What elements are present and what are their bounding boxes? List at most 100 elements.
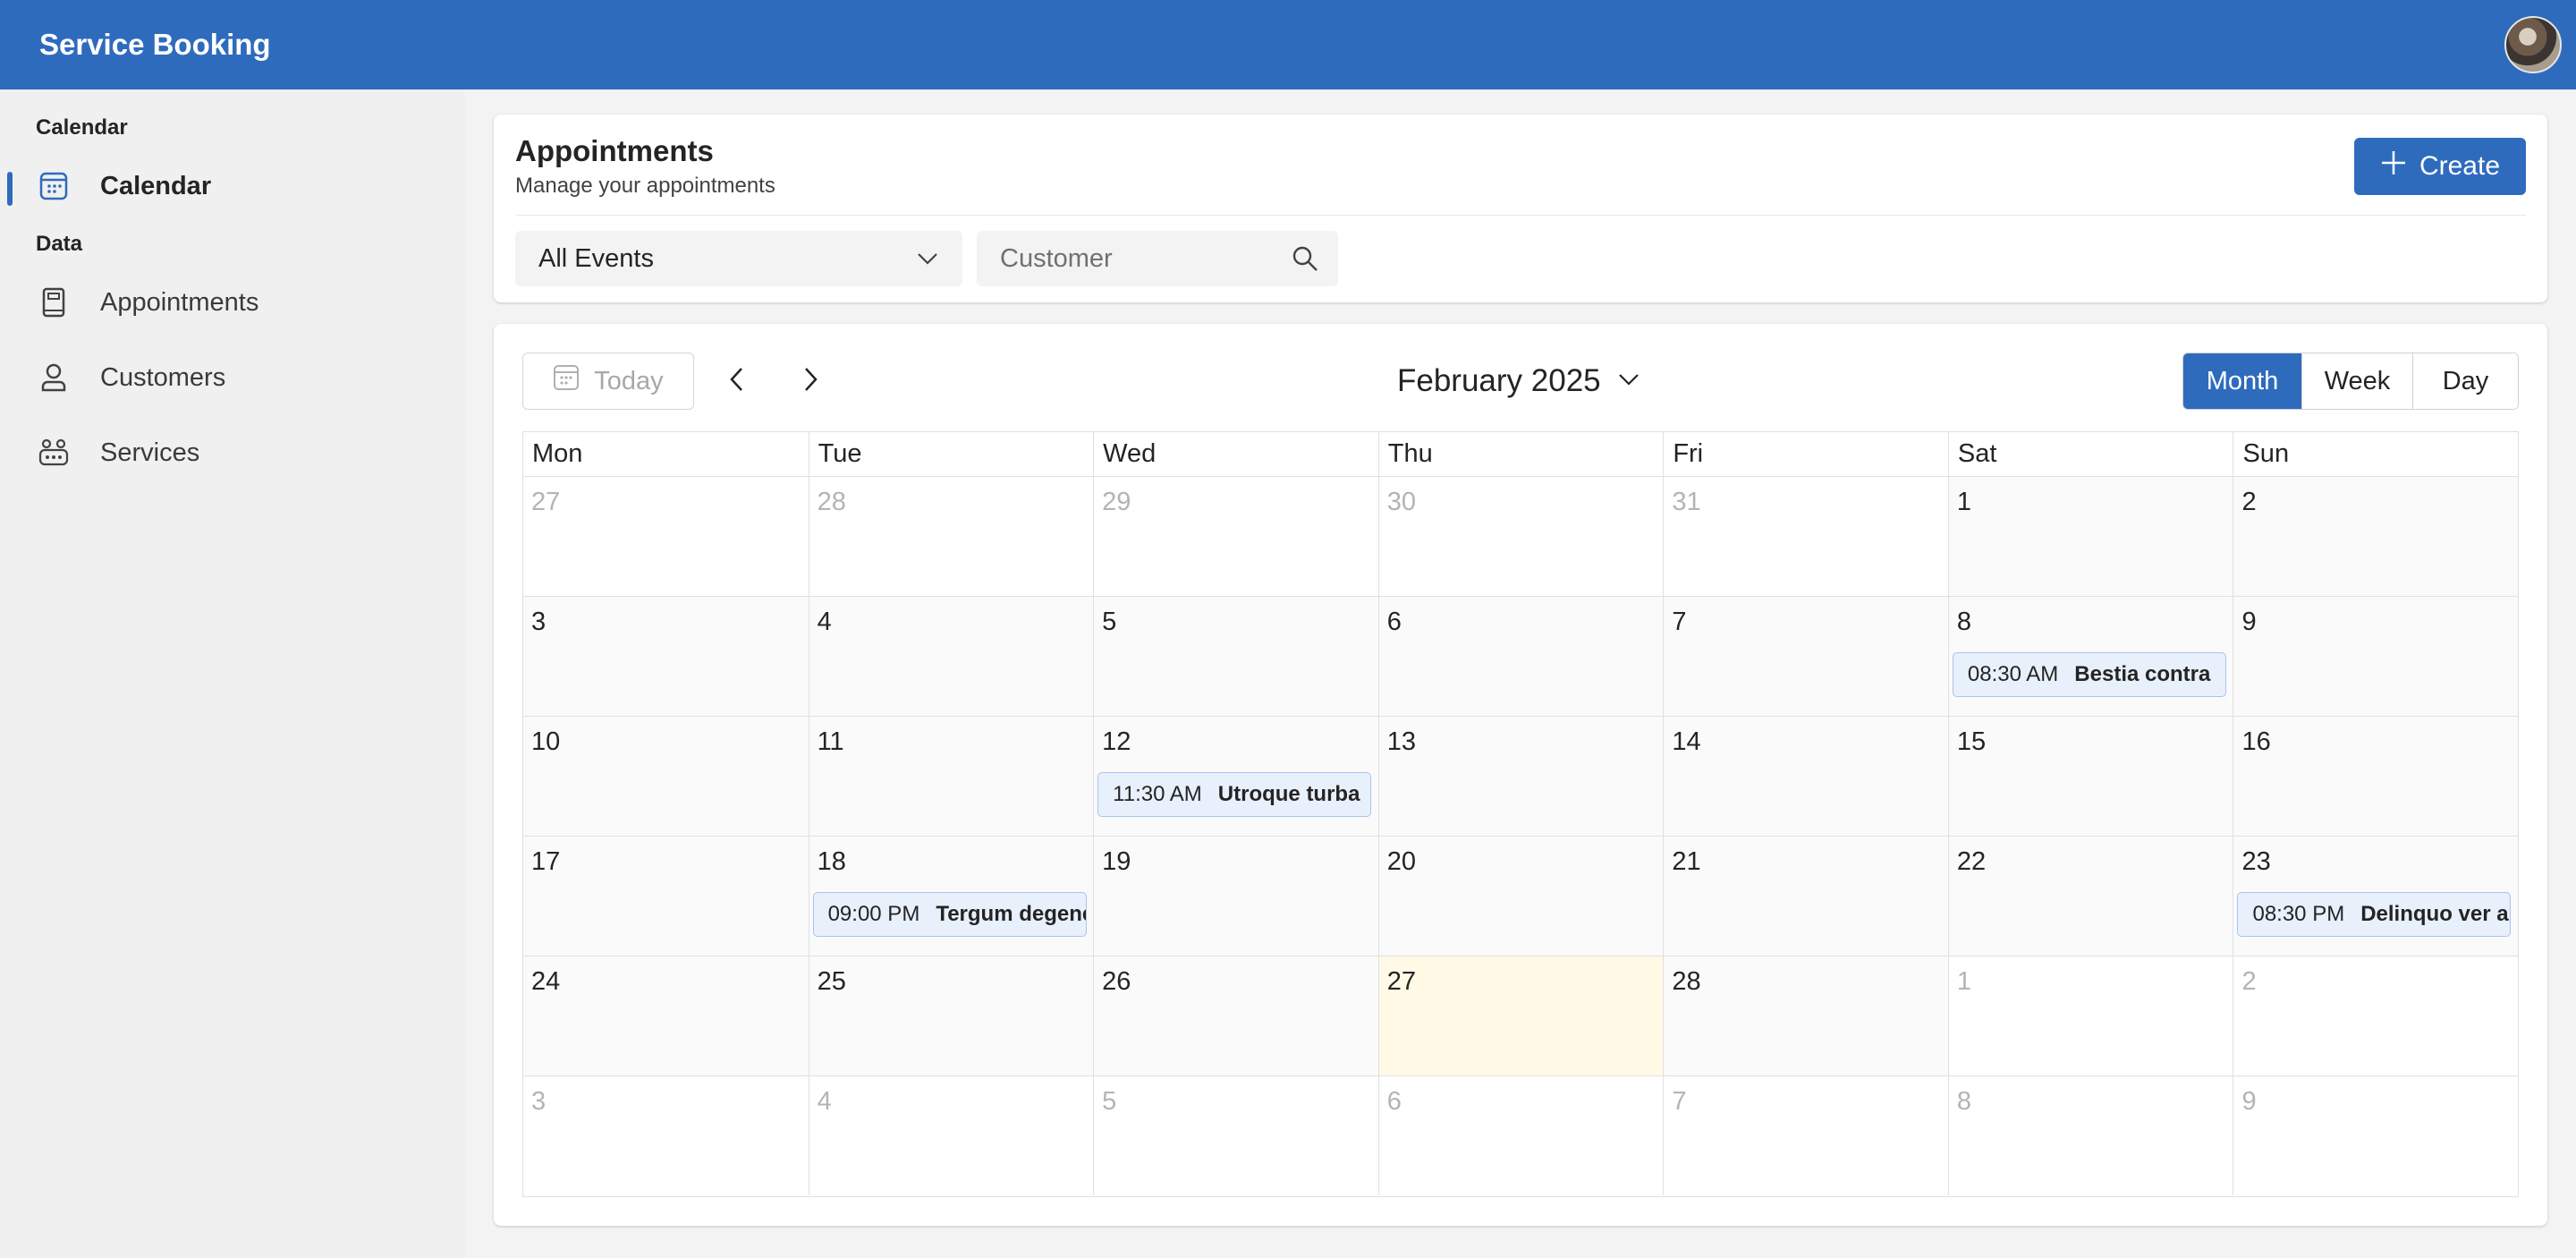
day-number: 4: [817, 1087, 832, 1116]
customer-search-input[interactable]: [977, 243, 1272, 274]
day-cell[interactable]: 7: [1663, 597, 1948, 716]
day-cell[interactable]: 6: [1377, 597, 1664, 716]
view-day-button[interactable]: Day: [2412, 353, 2518, 409]
search-icon[interactable]: [1292, 245, 1318, 276]
create-button[interactable]: Create: [2354, 138, 2526, 195]
day-cell[interactable]: 10: [523, 717, 809, 836]
week-row: 24 25 26 27 28 1 2: [523, 956, 2519, 1076]
day-number: 28: [817, 488, 846, 516]
day-cell[interactable]: 20: [1377, 837, 1664, 956]
sidebar-section-calendar: Calendar: [36, 115, 128, 140]
day-cell[interactable]: 11: [808, 717, 1094, 836]
sidebar-item-calendar[interactable]: Calendar: [0, 149, 465, 224]
day-cell[interactable]: 19: [1093, 837, 1378, 956]
day-number: 8: [1956, 608, 1972, 636]
appointment-event[interactable]: 11:30 AM Utroque turba: [1097, 772, 1372, 817]
day-cell[interactable]: 5: [1093, 597, 1378, 716]
day-cell[interactable]: 28: [1663, 956, 1948, 1075]
day-cell[interactable]: 28: [808, 477, 1094, 596]
day-number: 9: [2241, 608, 2257, 636]
day-cell[interactable]: 17: [523, 837, 809, 956]
day-cell[interactable]: 25: [808, 956, 1094, 1075]
event-filter-dropdown[interactable]: All Events: [515, 231, 962, 286]
day-cell[interactable]: 8 08:30 AM Bestia contra: [1947, 597, 2233, 716]
day-cell[interactable]: 3: [523, 597, 809, 716]
calendar-icon: [36, 168, 72, 204]
day-cell[interactable]: 6: [1377, 1076, 1664, 1195]
page-subtitle: Manage your appointments: [515, 174, 775, 198]
day-cell[interactable]: 15: [1947, 717, 2233, 836]
day-number: 21: [1672, 847, 1701, 876]
week-row: 17 18 09:00 PM Tergum degener 19 20 21 22 23 08:3…: [523, 837, 2519, 956]
sidebar-item-appointments[interactable]: Appointments: [0, 265, 465, 340]
day-cell[interactable]: 24: [523, 956, 809, 1075]
calendar-panel: Today February 2025 Month Week Day Mon Tu…: [494, 324, 2547, 1226]
day-cell-today[interactable]: 27: [1377, 956, 1664, 1075]
day-number: 12: [1102, 727, 1131, 756]
day-number: 22: [1956, 847, 1987, 876]
day-number: 6: [1386, 1087, 1402, 1116]
event-time: 08:30 PM: [2252, 902, 2345, 926]
sidebar-item-label: Appointments: [100, 287, 259, 317]
appointments-header-panel: Appointments Manage your appointments Cr…: [494, 115, 2547, 302]
avatar[interactable]: [2504, 16, 2562, 73]
appointment-event[interactable]: 08:30 AM Bestia contra: [1952, 652, 2226, 697]
sidebar-item-customers[interactable]: Customers: [0, 340, 465, 415]
day-number: 7: [1672, 1087, 1687, 1116]
previous-month-button[interactable]: [714, 358, 760, 404]
weekday-header: Thu: [1377, 432, 1664, 476]
day-cell[interactable]: 1: [1947, 477, 2233, 596]
page-title: Appointments: [515, 134, 714, 167]
day-cell[interactable]: 4: [808, 597, 1094, 716]
event-title: Bestia contra: [2074, 662, 2211, 686]
event-time: 08:30 AM: [1967, 662, 2059, 686]
event-title: Tergum degener: [936, 902, 1087, 926]
day-number: 31: [1672, 488, 1701, 516]
day-cell[interactable]: 18 09:00 PM Tergum degener: [808, 837, 1094, 956]
day-cell[interactable]: 14: [1663, 717, 1948, 836]
day-cell[interactable]: 3: [523, 1076, 809, 1195]
day-cell[interactable]: 8: [1947, 1076, 2233, 1195]
day-number: 9: [2241, 1087, 2257, 1116]
day-cell[interactable]: 21: [1663, 837, 1948, 956]
day-cell[interactable]: 31: [1663, 477, 1948, 596]
day-number: 28: [1672, 967, 1701, 996]
day-cell[interactable]: 2: [2233, 477, 2519, 596]
day-cell[interactable]: 9: [2233, 597, 2519, 716]
view-week-button[interactable]: Week: [2301, 353, 2412, 409]
day-cell[interactable]: 2: [2233, 956, 2519, 1075]
sidebar-section-data: Data: [36, 232, 83, 256]
event-time: 09:00 PM: [827, 902, 920, 926]
day-cell[interactable]: 12 11:30 AM Utroque turba: [1093, 717, 1378, 836]
day-cell[interactable]: 5: [1093, 1076, 1378, 1195]
person-icon: [36, 360, 72, 395]
next-month-button[interactable]: [787, 358, 834, 404]
day-cell[interactable]: 29: [1093, 477, 1378, 596]
appointment-event[interactable]: 08:30 PM Delinquo ver a: [2237, 892, 2512, 937]
day-number: 3: [531, 608, 547, 636]
day-number: 17: [531, 847, 561, 876]
today-button[interactable]: Today: [522, 353, 694, 410]
day-cell[interactable]: 13: [1377, 717, 1664, 836]
day-cell[interactable]: 22: [1947, 837, 2233, 956]
event-title: Delinquo ver a: [2360, 902, 2509, 926]
month-picker[interactable]: February 2025: [1397, 358, 1640, 404]
day-cell[interactable]: 23 08:30 PM Delinquo ver a: [2233, 837, 2519, 956]
view-month-button[interactable]: Month: [2183, 353, 2301, 409]
day-cell[interactable]: 4: [808, 1076, 1094, 1195]
day-number: 15: [1956, 727, 1987, 756]
day-cell[interactable]: 30: [1377, 477, 1664, 596]
day-number: 11: [817, 727, 844, 756]
day-cell[interactable]: 16: [2233, 717, 2519, 836]
day-cell[interactable]: 26: [1093, 956, 1378, 1075]
sidebar-item-label: Services: [100, 438, 200, 467]
weekday-header-row: Mon Tue Wed Thu Fri Sat Sun: [523, 432, 2518, 477]
sidebar-item-services[interactable]: Services: [0, 415, 465, 490]
day-cell[interactable]: 9: [2233, 1076, 2519, 1195]
week-row: 3 4 5 6 7 8 08:30 AM Bestia contra 9: [523, 597, 2519, 717]
day-cell[interactable]: 7: [1663, 1076, 1948, 1195]
day-cell[interactable]: 27: [523, 477, 809, 596]
chevron-right-icon: [799, 366, 822, 397]
day-cell[interactable]: 1: [1947, 956, 2233, 1075]
appointment-event[interactable]: 09:00 PM Tergum degener: [812, 892, 1087, 937]
